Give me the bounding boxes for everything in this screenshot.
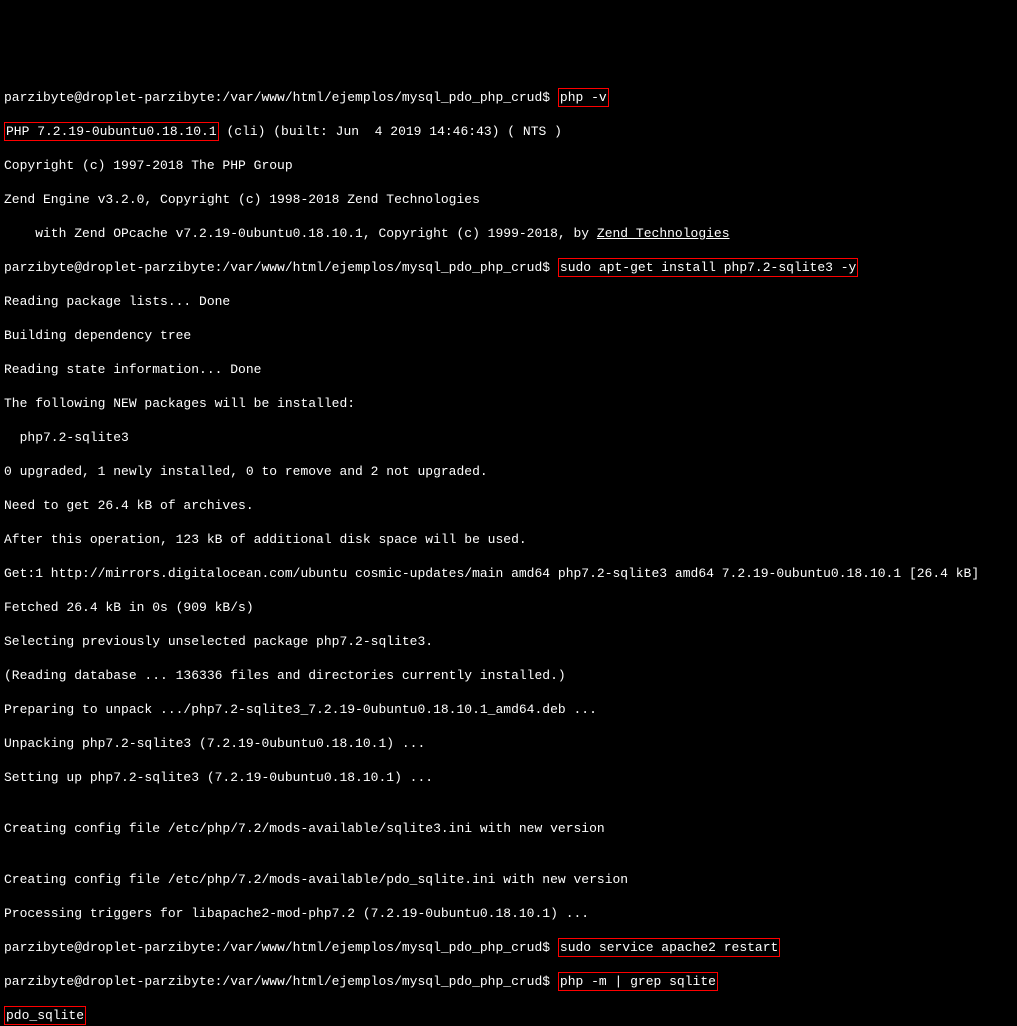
apt-l13: Preparing to unpack .../php7.2-sqlite3_7… bbox=[4, 701, 1013, 718]
command-apache-restart: sudo service apache2 restart bbox=[558, 938, 780, 957]
apt-l5: php7.2-sqlite3 bbox=[4, 429, 1013, 446]
apt-l4: The following NEW packages will be insta… bbox=[4, 395, 1013, 412]
apt-l10: Fetched 26.4 kB in 0s (909 kB/s) bbox=[4, 599, 1013, 616]
command-apt-install: sudo apt-get install php7.2-sqlite3 -y bbox=[558, 258, 858, 277]
apt-l8: After this operation, 123 kB of addition… bbox=[4, 531, 1013, 548]
apt-l11: Selecting previously unselected package … bbox=[4, 633, 1013, 650]
result-pdo-sqlite: pdo_sqlite bbox=[4, 1006, 86, 1025]
terminal-output[interactable]: parzibyte@droplet-parzibyte:/var/www/htm… bbox=[4, 72, 1013, 1026]
zend-line-2-prefix: with Zend OPcache v7.2.19-0ubuntu0.18.10… bbox=[4, 226, 574, 241]
prompt-3: parzibyte@droplet-parzibyte:/var/www/htm… bbox=[4, 940, 558, 955]
apt-l7: Need to get 26.4 kB of archives. bbox=[4, 497, 1013, 514]
zend-by: by bbox=[574, 226, 597, 241]
zend-line-1: Zend Engine v3.2.0, Copyright (c) 1998-2… bbox=[4, 191, 1013, 208]
prompt-1: parzibyte@droplet-parzibyte:/var/www/htm… bbox=[4, 90, 558, 105]
apt-l17: Creating config file /etc/php/7.2/mods-a… bbox=[4, 820, 1013, 837]
copyright-line: Copyright (c) 1997-2018 The PHP Group bbox=[4, 157, 1013, 174]
prompt-4: parzibyte@droplet-parzibyte:/var/www/htm… bbox=[4, 974, 558, 989]
prompt-2: parzibyte@droplet-parzibyte:/var/www/htm… bbox=[4, 260, 558, 275]
command-php-grep: php -m | grep sqlite bbox=[558, 972, 718, 991]
apt-l6: 0 upgraded, 1 newly installed, 0 to remo… bbox=[4, 463, 1013, 480]
apt-l14: Unpacking php7.2-sqlite3 (7.2.19-0ubuntu… bbox=[4, 735, 1013, 752]
php-version-suffix: (cli) (built: Jun 4 2019 14:46:43) ( NTS… bbox=[219, 124, 562, 139]
apt-l9: Get:1 http://mirrors.digitalocean.com/ub… bbox=[4, 565, 1013, 582]
apt-l15: Setting up php7.2-sqlite3 (7.2.19-0ubunt… bbox=[4, 769, 1013, 786]
apt-l3: Reading state information... Done bbox=[4, 361, 1013, 378]
apt-l1: Reading package lists... Done bbox=[4, 293, 1013, 310]
apt-l19: Creating config file /etc/php/7.2/mods-a… bbox=[4, 871, 1013, 888]
command-php-v: php -v bbox=[558, 88, 609, 107]
php-version: PHP 7.2.19-0ubuntu0.18.10.1 bbox=[4, 122, 219, 141]
apt-l20: Processing triggers for libapache2-mod-p… bbox=[4, 905, 1013, 922]
apt-l2: Building dependency tree bbox=[4, 327, 1013, 344]
apt-l12: (Reading database ... 136336 files and d… bbox=[4, 667, 1013, 684]
zend-tech-underline: Zend Technologies bbox=[597, 226, 730, 241]
